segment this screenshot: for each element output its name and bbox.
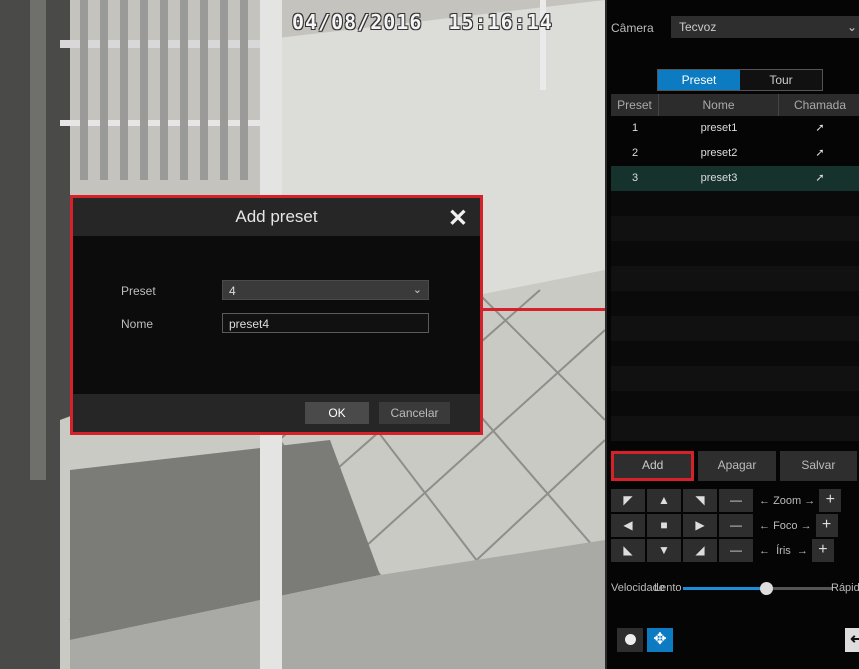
speed-slow-label: Lento: [654, 582, 682, 594]
table-header: Preset Nome Chamada: [611, 94, 859, 116]
empty-table-row: [611, 216, 859, 241]
move-icon[interactable]: ✥: [647, 628, 673, 652]
bottom-toolbar: ✥ ↩: [611, 628, 859, 658]
arrow-down-left-icon[interactable]: ◣: [611, 539, 645, 562]
timestamp-overlay: 04/08/2016 15:16:14: [292, 10, 553, 34]
empty-table-row: [611, 391, 859, 416]
row-preset: 1: [631, 122, 639, 134]
preset-tour-tabs: Preset Tour: [657, 69, 823, 91]
camera-value: Tecvoz: [679, 20, 717, 34]
camera-label: Câmera: [611, 21, 654, 35]
row-nome: preset1: [700, 122, 738, 134]
focus-plus-button[interactable]: +: [815, 514, 838, 537]
camera-select[interactable]: Tecvoz ⌄: [671, 16, 859, 38]
preset-select[interactable]: 4 ⌄: [222, 280, 429, 300]
column-header-chamada: Chamada: [793, 98, 847, 112]
focus-label-text: Foco: [773, 519, 798, 532]
row-preset: 2: [631, 147, 639, 159]
row-nome: preset2: [700, 147, 738, 159]
table-row[interactable]: 2 preset2 ➚: [611, 141, 859, 166]
empty-table-row: [611, 266, 859, 291]
empty-table-row: [611, 416, 859, 441]
speed-slider-fill: [683, 587, 766, 590]
close-icon[interactable]: ✕: [448, 204, 468, 233]
zoom-label: ← Zoom →: [759, 494, 816, 507]
stop-icon[interactable]: ■: [647, 514, 681, 537]
iris-label-text: Íris: [776, 544, 791, 557]
dialog-titlebar: Add preset ✕: [73, 198, 480, 236]
nome-input[interactable]: preset4: [222, 313, 429, 333]
focus-minus-button[interactable]: —: [719, 514, 753, 537]
preset-table: Preset Nome Chamada 1 preset1 ➚ 2 preset…: [611, 94, 859, 441]
empty-table-row: [611, 191, 859, 216]
arrow-down-icon[interactable]: ▼: [647, 539, 681, 562]
save-button[interactable]: Salvar: [779, 451, 857, 481]
record-icon[interactable]: [617, 628, 643, 652]
ptz-control-panel: Câmera Tecvoz ⌄ Preset Tour Preset Nome …: [605, 0, 859, 669]
table-row[interactable]: 3 preset3 ➚: [611, 166, 859, 191]
focus-label: ← Foco →: [759, 519, 812, 532]
zoom-in-button[interactable]: +: [819, 489, 842, 512]
speed-slider-handle[interactable]: [759, 582, 773, 595]
preset-value: 4: [229, 284, 236, 298]
dialog-footer: OK Cancelar: [73, 394, 480, 432]
delete-button[interactable]: Apagar: [698, 451, 776, 481]
empty-table-row: [611, 341, 859, 366]
empty-table-row: [611, 291, 859, 316]
ok-button[interactable]: OK: [305, 402, 369, 424]
column-header-nome: Nome: [659, 94, 779, 116]
speed-slider[interactable]: [683, 582, 833, 595]
iris-minus-button[interactable]: —: [719, 539, 753, 562]
iris-plus-button[interactable]: +: [811, 539, 834, 562]
speed-fast-label: Rápido: [831, 582, 859, 594]
call-preset-icon[interactable]: ➚: [815, 172, 824, 184]
zoom-label-text: Zoom: [773, 494, 802, 507]
cancel-button[interactable]: Cancelar: [379, 402, 450, 424]
empty-table-row: [611, 241, 859, 266]
zoom-out-button[interactable]: —: [719, 489, 753, 512]
table-row[interactable]: 1 preset1 ➚: [611, 116, 859, 141]
add-preset-dialog: Add preset ✕ Preset 4 ⌄ Nome preset4 OK …: [70, 195, 483, 435]
tab-preset[interactable]: Preset: [658, 70, 740, 90]
arrow-right-icon[interactable]: ▶: [683, 514, 717, 537]
empty-rows: [611, 191, 859, 441]
arrow-up-left-icon[interactable]: ◤: [611, 489, 645, 512]
row-preset: 3: [631, 172, 639, 184]
call-preset-icon[interactable]: ➚: [815, 122, 824, 134]
empty-table-row: [611, 316, 859, 341]
empty-table-row: [611, 366, 859, 391]
dialog-title: Add preset: [235, 207, 318, 226]
nome-label: Nome: [121, 317, 154, 331]
arrow-down-right-icon[interactable]: ◢: [683, 539, 717, 562]
preset-label: Preset: [121, 284, 156, 298]
back-icon[interactable]: ↩: [845, 628, 859, 652]
chevron-down-icon: ⌄: [412, 284, 422, 296]
iris-label: ← Íris →: [759, 544, 808, 557]
speed-control: Velocidade Lento Rápido: [611, 578, 859, 598]
preset-actions: Add Apagar Salvar: [611, 451, 859, 481]
ptz-controls: ◤ ▲ ◥ — ← Zoom → + ◀ ■ ▶ — ← Foco → + ◣ …: [611, 489, 859, 564]
row-nome: preset3: [700, 172, 738, 184]
call-preset-icon[interactable]: ➚: [815, 147, 824, 159]
column-header-preset: Preset: [611, 94, 659, 116]
arrow-up-right-icon[interactable]: ◥: [683, 489, 717, 512]
tab-tour[interactable]: Tour: [740, 70, 822, 90]
arrow-left-icon[interactable]: ◀: [611, 514, 645, 537]
chevron-down-icon: ⌄: [846, 20, 857, 34]
add-button[interactable]: Add: [611, 451, 695, 481]
arrow-up-icon[interactable]: ▲: [647, 489, 681, 512]
